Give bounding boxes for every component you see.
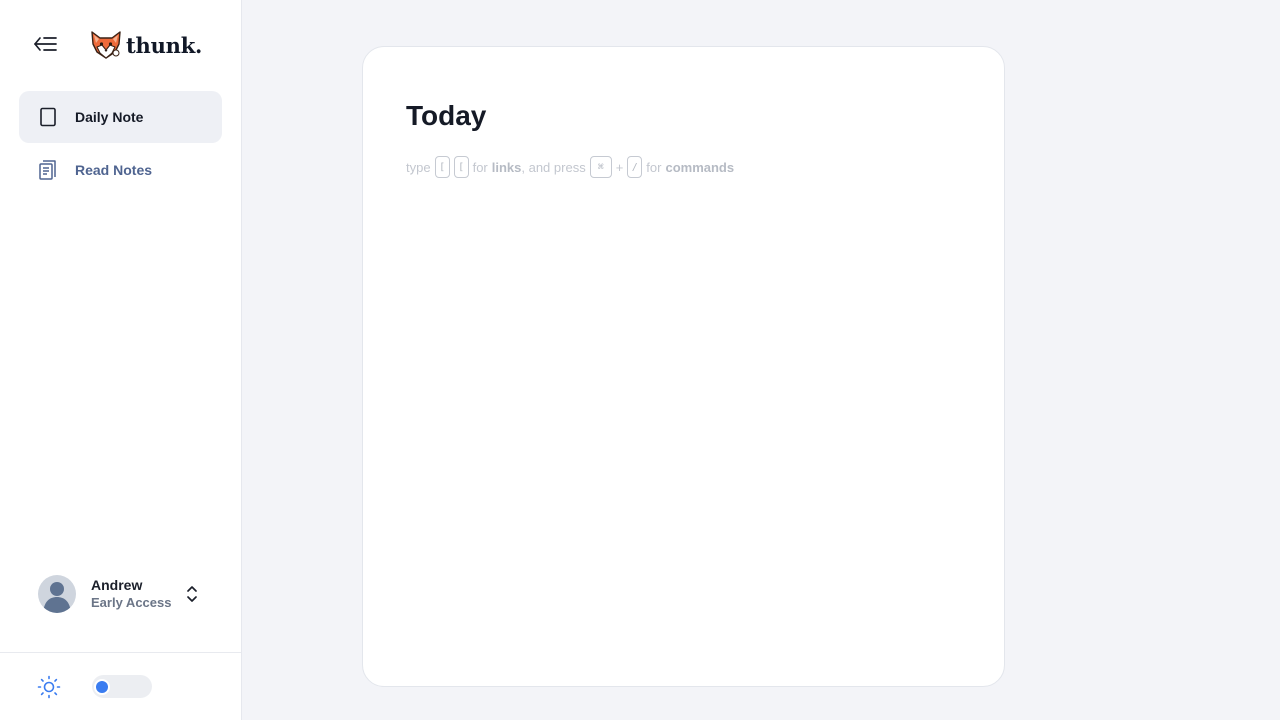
hint-text: for <box>646 159 662 175</box>
avatar <box>38 575 76 613</box>
editor-placeholder-hint: type [ [ for links , and press ⌘ + / for… <box>406 155 734 179</box>
toggle-knob <box>96 681 108 693</box>
user-plan: Early Access <box>91 595 172 610</box>
hint-links: links <box>491 159 522 175</box>
sidebar-item-label: Daily Note <box>75 109 144 125</box>
document-lines-icon <box>38 159 58 181</box>
sidebar-item-read-notes[interactable]: Read Notes <box>19 144 222 196</box>
key-open-bracket: [ <box>453 156 469 178</box>
collapse-sidebar-button[interactable] <box>33 33 59 55</box>
user-menu[interactable]: Andrew Early Access <box>38 575 208 615</box>
hint-text: type <box>406 159 431 175</box>
sidebar-item-label: Read Notes <box>75 162 153 178</box>
arrow-left-lines-icon <box>34 37 57 51</box>
hint-plus: + <box>615 159 624 175</box>
key-command: ⌘ <box>589 156 612 178</box>
note-editor[interactable]: Today type [ [ for links , and press ⌘ +… <box>362 46 1005 687</box>
chevron-up-down-icon <box>187 586 197 602</box>
sun-icon[interactable] <box>37 675 61 699</box>
sidebar: thunk. Daily Note Read Notes Andrew Earl… <box>0 0 242 720</box>
page-icon <box>38 106 58 128</box>
brand-logo[interactable]: thunk. <box>89 28 202 62</box>
theme-toggle[interactable] <box>92 675 152 698</box>
sidebar-footer <box>0 652 241 720</box>
hint-text: for <box>472 159 488 175</box>
user-name: Andrew <box>91 577 143 593</box>
page-title[interactable]: Today <box>406 100 486 132</box>
fox-logo-icon <box>91 31 121 59</box>
key-open-bracket: [ <box>434 156 450 178</box>
hint-text: , and press <box>521 159 586 175</box>
brand-name: thunk. <box>126 32 203 58</box>
key-slash: / <box>627 156 643 178</box>
hint-commands: commands <box>665 159 735 175</box>
sidebar-header: thunk. <box>0 0 241 90</box>
sidebar-item-daily-note[interactable]: Daily Note <box>19 91 222 143</box>
